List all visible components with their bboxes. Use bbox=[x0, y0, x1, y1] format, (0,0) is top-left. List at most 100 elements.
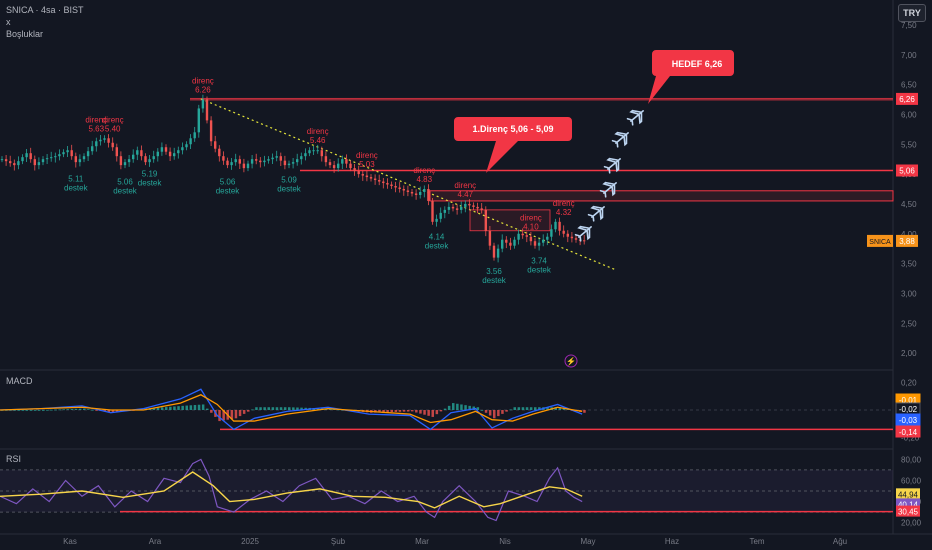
macd-histogram-bar bbox=[488, 410, 492, 416]
candle-body bbox=[95, 141, 98, 147]
candle-body bbox=[0, 159, 4, 161]
candle-body bbox=[464, 203, 467, 207]
candle-body bbox=[21, 157, 24, 162]
rsi-value-label: 30,45 bbox=[898, 508, 919, 517]
macd-histogram-bar bbox=[505, 410, 508, 412]
macd-histogram-bar bbox=[509, 409, 512, 411]
macd-histogram-bar bbox=[288, 407, 291, 410]
macd-histogram-bar bbox=[275, 407, 279, 410]
macd-histogram-bar bbox=[452, 403, 455, 410]
macd-histogram-bar bbox=[406, 410, 410, 412]
candle-body bbox=[546, 236, 549, 240]
candle-body bbox=[451, 206, 455, 209]
price-tick-label: 2,00 bbox=[901, 349, 917, 358]
resistance-label: direnç bbox=[307, 127, 329, 136]
macd-histogram-bar bbox=[238, 410, 242, 417]
candle-body bbox=[390, 184, 393, 187]
candle-body bbox=[443, 209, 446, 213]
support-value: 5.19 bbox=[142, 170, 158, 179]
candle-body bbox=[488, 230, 492, 246]
candle-body bbox=[99, 139, 102, 142]
time-tick-label: Kas bbox=[63, 537, 77, 546]
macd-histogram-bar bbox=[435, 410, 439, 415]
support-label: destek bbox=[527, 265, 552, 274]
macd-histogram-bar bbox=[83, 408, 86, 410]
macd-histogram-bar bbox=[263, 407, 266, 410]
target-callout-text: HEDEF 6,26 bbox=[672, 59, 723, 69]
candle-body bbox=[583, 240, 586, 242]
macd-histogram-bar bbox=[87, 409, 90, 411]
candle-body bbox=[394, 186, 397, 188]
candle-body bbox=[214, 141, 217, 149]
resistance-label: direnç bbox=[102, 115, 124, 124]
macd-histogram-bar bbox=[29, 410, 33, 411]
candle-body bbox=[373, 178, 377, 181]
candle-body bbox=[308, 150, 311, 154]
macd-histogram-bar bbox=[74, 408, 78, 410]
candle-body bbox=[119, 156, 123, 166]
candle-body bbox=[533, 241, 537, 246]
rsi-tick-label: 80,00 bbox=[901, 455, 922, 464]
candle-body bbox=[300, 156, 303, 160]
candle-body bbox=[156, 151, 159, 157]
macd-histogram-bar bbox=[439, 410, 443, 412]
chart-svg: 7,507,006,506,005,505,004,504,003,503,00… bbox=[0, 0, 932, 546]
macd-histogram-bar bbox=[447, 405, 451, 410]
rsi-title: RSI bbox=[6, 454, 22, 464]
support-label: destek bbox=[425, 241, 450, 250]
macd-histogram-bar bbox=[529, 407, 533, 410]
candle-body bbox=[419, 191, 422, 195]
macd-histogram-bar bbox=[493, 410, 496, 419]
support-value: 5.06 bbox=[117, 178, 133, 187]
candle-body bbox=[398, 187, 401, 189]
macd-histogram-bar bbox=[160, 407, 164, 410]
resistance-value: 4.47 bbox=[458, 190, 474, 199]
candle-body bbox=[185, 144, 188, 148]
macd-histogram-bar bbox=[42, 410, 45, 411]
candle-body bbox=[255, 159, 258, 161]
airplane-icon bbox=[603, 157, 621, 174]
candle-body bbox=[33, 159, 36, 166]
macd-histogram-bar bbox=[497, 410, 500, 417]
candle-body bbox=[558, 221, 561, 231]
support-label: destek bbox=[113, 187, 138, 196]
candle-body bbox=[455, 208, 459, 210]
candle-body bbox=[140, 150, 143, 157]
macd-histogram-bar bbox=[398, 410, 402, 412]
candle-body bbox=[13, 163, 16, 166]
macd-histogram-bar bbox=[62, 409, 65, 411]
macd-histogram-bar bbox=[259, 407, 262, 410]
close-marker[interactable]: x bbox=[6, 17, 11, 27]
macd-value-label: -0,03 bbox=[899, 416, 918, 425]
support-value: 5.11 bbox=[68, 175, 84, 184]
macd-histogram-bar bbox=[427, 410, 430, 416]
macd-signal-line bbox=[0, 394, 583, 424]
macd-histogram-bar bbox=[419, 410, 422, 414]
candle-body bbox=[173, 153, 176, 157]
candle-body bbox=[574, 238, 578, 240]
time-tick-label: 2025 bbox=[241, 537, 259, 546]
macd-histogram-bar bbox=[173, 406, 176, 410]
candle-body bbox=[492, 245, 496, 258]
candle-body bbox=[45, 158, 49, 160]
resistance-value: 4.83 bbox=[417, 175, 433, 184]
airplane-icon bbox=[611, 131, 629, 148]
candle-body bbox=[341, 159, 344, 164]
candle-body bbox=[50, 157, 53, 159]
candle-body bbox=[529, 236, 533, 242]
macd-histogram-bar bbox=[37, 410, 41, 411]
candle-body bbox=[54, 156, 57, 158]
candle-body bbox=[4, 159, 8, 162]
time-tick-label: Ağu bbox=[833, 537, 847, 546]
currency-button[interactable]: TRY bbox=[898, 4, 926, 22]
resistance-label: direnç bbox=[413, 166, 435, 175]
macd-histogram-bar bbox=[484, 410, 488, 413]
airplane-icon bbox=[574, 225, 592, 242]
candle-body bbox=[378, 180, 381, 182]
candle-body bbox=[447, 206, 451, 210]
macd-title: MACD bbox=[6, 376, 33, 386]
resistance-label: direnç bbox=[356, 151, 378, 160]
macd-histogram-bar bbox=[283, 407, 287, 410]
support-value: 4.14 bbox=[429, 232, 445, 241]
resistance-value: 5.40 bbox=[105, 124, 121, 133]
